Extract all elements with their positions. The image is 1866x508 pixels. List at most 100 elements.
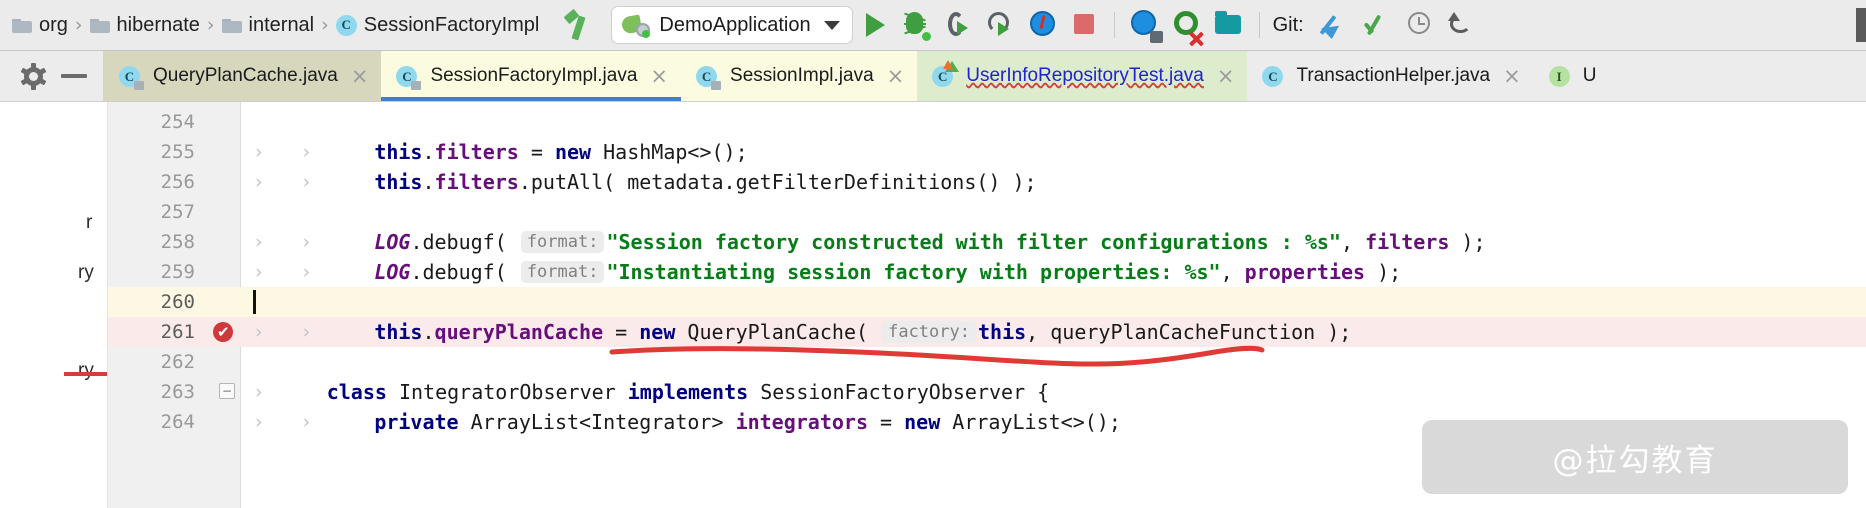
close-icon[interactable]: × xyxy=(887,65,905,87)
code-line[interactable] xyxy=(241,287,256,317)
ide-window: org › hibernate › internal › C SessionFa… xyxy=(0,0,1866,508)
code-token: this xyxy=(977,320,1027,344)
code-token: .debugf( xyxy=(410,230,507,254)
close-icon[interactable]: × xyxy=(1503,65,1521,87)
tab-label: U xyxy=(1582,65,1597,86)
code-line[interactable]: › › LOG .debugf( format: "Instantiating ses… xyxy=(241,257,1401,287)
gear-icon[interactable] xyxy=(20,62,47,90)
open-folder-button[interactable] xyxy=(1208,6,1250,44)
git-history-button[interactable] xyxy=(1398,6,1440,44)
code-token: integrators xyxy=(735,410,869,434)
run-button[interactable] xyxy=(853,6,895,44)
java-class-icon: C xyxy=(396,65,422,90)
line-number: 262 xyxy=(160,351,195,373)
java-class-icon: C xyxy=(119,65,144,90)
editor-tab-bar: C QueryPlanCache.java × C SessionFactory… xyxy=(0,51,1866,102)
watermark: @拉勾教育 xyxy=(1422,420,1848,494)
project-tool-window-sliver[interactable]: r ry ry xyxy=(0,102,108,508)
profile-button[interactable] xyxy=(1021,6,1063,44)
code-line[interactable]: › › LOG .debugf( format: "Session factory c… xyxy=(241,227,1486,257)
code-editor[interactable]: r ry ry 254 255 256 257 258 259 260 261 ✔ 262 263 −… xyxy=(0,102,1866,508)
breakpoint-icon[interactable]: ✔ xyxy=(213,322,233,342)
breadcrumb-item-org[interactable]: org xyxy=(6,0,74,50)
git-commit-button[interactable] xyxy=(1356,6,1398,44)
breadcrumb-item-sessionfactoryimpl[interactable]: C SessionFactoryImpl xyxy=(330,0,546,50)
gutter-row[interactable]: 254 xyxy=(108,107,241,137)
line-number: 258 xyxy=(160,231,195,253)
gutter-row[interactable]: 256 xyxy=(108,167,241,197)
code-token: ); xyxy=(1461,230,1486,254)
gutter-row[interactable]: 255 xyxy=(108,137,241,167)
code-line[interactable]: › › this. queryPlanCache = new QueryPlanCa… xyxy=(241,317,1351,347)
line-number: 254 xyxy=(160,111,195,133)
rerun-button[interactable] xyxy=(937,6,979,44)
code-fold-icon[interactable]: − xyxy=(219,383,235,399)
run-configuration-selector[interactable]: DemoApplication xyxy=(611,6,853,44)
line-number: 256 xyxy=(160,171,195,193)
tab-transactionhelper[interactable]: C TransactionHelper.java × xyxy=(1247,51,1533,101)
code-line[interactable]: › › this. filters .putAll( metadata.getFilt… xyxy=(241,167,1037,197)
gutter-row[interactable]: 262 xyxy=(108,347,241,377)
git-update-button[interactable] xyxy=(1314,6,1356,44)
tab-partially-visible[interactable]: I U xyxy=(1534,51,1610,101)
parameter-hint: factory: xyxy=(882,321,976,343)
gutter-row[interactable]: 261 ✔ xyxy=(108,317,241,347)
indent-guide-icon: › xyxy=(255,381,263,403)
attach-profiler-button[interactable] xyxy=(1124,6,1166,44)
close-icon[interactable]: × xyxy=(650,65,668,87)
tab-label: SessionFactoryImpl.java xyxy=(430,65,638,86)
code-line[interactable] xyxy=(241,347,255,377)
indent-guide-icon: › xyxy=(302,321,311,343)
main-toolbar: org › hibernate › internal › C SessionFa… xyxy=(0,0,1866,51)
code-line[interactable]: › › private ArrayList<Integrator> integra… xyxy=(241,407,1121,437)
code-line[interactable] xyxy=(241,107,255,137)
git-rollback-button[interactable] xyxy=(1440,6,1482,44)
tab-label: UserInfoRepositoryTest.java xyxy=(966,65,1204,86)
parameter-hint: format: xyxy=(520,231,605,253)
tab-label: QueryPlanCache.java xyxy=(153,65,338,86)
code-token: properties xyxy=(1244,260,1366,284)
code-row[interactable] xyxy=(241,347,1866,377)
code-token: . xyxy=(422,140,435,164)
gutter-row[interactable]: 258 xyxy=(108,227,241,257)
gutter-row[interactable]: 259 xyxy=(108,257,241,287)
code-line[interactable]: › › this. filters = new HashMap<>(); xyxy=(241,137,748,167)
stop-button[interactable] xyxy=(1063,6,1105,44)
minus-icon[interactable] xyxy=(61,74,87,78)
code-row[interactable] xyxy=(241,197,1866,227)
run-configuration-name: DemoApplication xyxy=(659,13,811,36)
build-project-button[interactable] xyxy=(563,8,597,41)
gutter-row[interactable]: 260 xyxy=(108,287,241,317)
tab-sessionimpl[interactable]: C SessionImpl.java × xyxy=(681,51,918,101)
run-with-coverage-button[interactable] xyxy=(979,6,1021,44)
tab-queryplancache[interactable]: C QueryPlanCache.java × xyxy=(104,51,382,101)
editor-gutter[interactable]: 254 255 256 257 258 259 260 261 ✔ 262 263 − 264 xyxy=(108,102,241,508)
tab-sessionfactoryimpl[interactable]: C SessionFactoryImpl.java × xyxy=(381,51,682,101)
tab-userinforepositorytest[interactable]: C UserInfoRepositoryTest.java × xyxy=(917,51,1248,101)
breadcrumb-item-hibernate[interactable]: hibernate xyxy=(84,0,206,50)
chevron-down-icon[interactable] xyxy=(823,20,840,30)
code-line[interactable] xyxy=(241,197,255,227)
gutter-row[interactable]: 263 − xyxy=(108,377,241,407)
code-row[interactable] xyxy=(241,107,1866,137)
close-icon[interactable]: × xyxy=(351,65,369,87)
gutter-row[interactable]: 257 xyxy=(108,197,241,227)
debug-button[interactable] xyxy=(895,6,937,44)
code-token: queryPlanCache xyxy=(434,320,604,344)
java-class-icon: C xyxy=(696,65,722,90)
code-line[interactable]: › class IntegratorObserver implements Se… xyxy=(241,377,1049,407)
breadcrumb-item-internal[interactable]: internal xyxy=(216,0,321,50)
stop-all-button[interactable] xyxy=(1166,6,1208,47)
line-number: 257 xyxy=(160,201,195,223)
line-number: 263 xyxy=(160,381,195,403)
code-row[interactable] xyxy=(241,287,1866,317)
close-icon[interactable]: × xyxy=(1217,65,1235,87)
code-token: ArrayList<Integrator> xyxy=(458,410,736,434)
code-token: IntegratorObserver xyxy=(386,380,628,404)
gutter-row[interactable]: 264 xyxy=(108,407,241,437)
code-token: , xyxy=(1026,320,1039,344)
